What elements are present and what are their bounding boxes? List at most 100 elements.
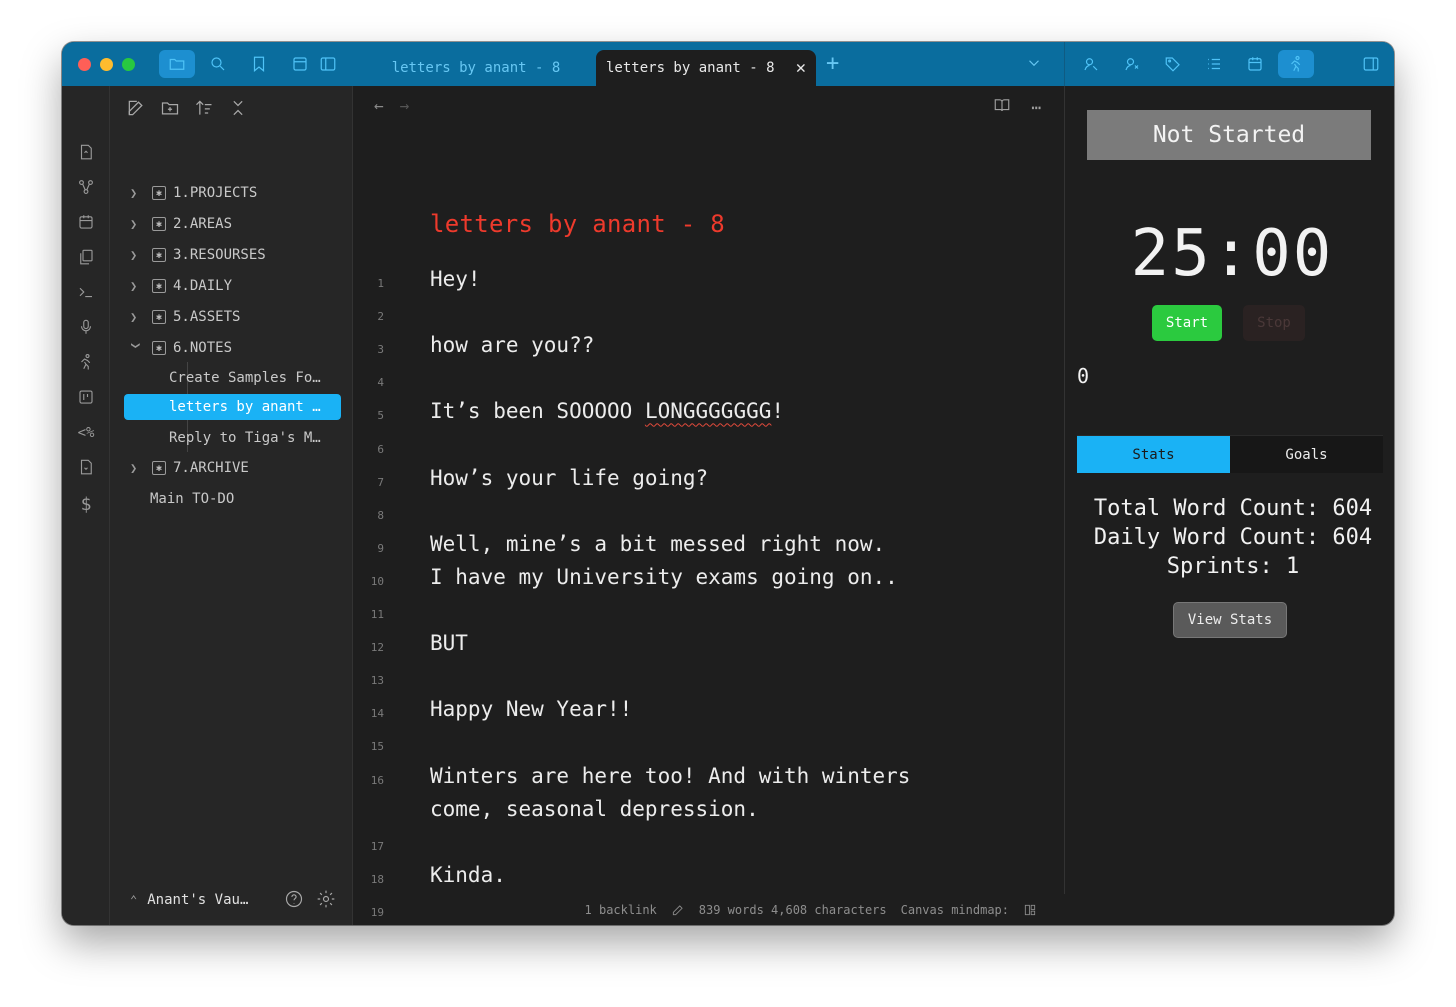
vault-switcher[interactable]: ⌃ Anant's Vau… — [130, 892, 248, 908]
help-button[interactable] — [284, 889, 304, 913]
settings-button[interactable] — [316, 889, 336, 913]
calendar-button[interactable] — [1237, 50, 1273, 78]
line-number: 18 — [370, 872, 384, 886]
dollar-icon[interactable]: $ — [76, 494, 96, 515]
layout-icon — [293, 57, 307, 71]
right-tab-1[interactable] — [1073, 50, 1109, 78]
line-number: 10 — [370, 574, 384, 588]
list-icon — [1208, 58, 1220, 70]
chevron-right-icon: ❯ — [130, 186, 138, 200]
search-icon — [211, 57, 225, 71]
folder-icon — [169, 58, 185, 70]
pomodoro-button[interactable] — [1278, 50, 1314, 78]
folder-label: 5.ASSETS — [173, 309, 241, 325]
reading-view-button[interactable] — [993, 96, 1011, 118]
total-word-count: Total Word Count: 604 — [1093, 496, 1373, 521]
open-quick-switcher-icon[interactable] — [76, 142, 96, 162]
start-button[interactable]: Start — [1152, 305, 1222, 341]
editor-line: It’s been SOOOOO LONGGGGGGG! — [430, 399, 784, 423]
graph-view-icon[interactable] — [76, 177, 96, 197]
minimize-window-button[interactable] — [100, 58, 113, 71]
tab-letters-active[interactable]: letters by anant - 8 ✕ — [596, 50, 816, 86]
misspelled-word[interactable]: LONGGGGGGG — [645, 399, 771, 423]
tab-list-button[interactable] — [1025, 54, 1043, 76]
file-explorer-button[interactable] — [159, 50, 195, 78]
toggle-left-sidebar-button[interactable] — [310, 50, 346, 78]
bookmarks-button[interactable] — [241, 50, 277, 78]
line-number: 13 — [370, 674, 384, 688]
back-arrow-icon[interactable]: ← — [374, 96, 384, 115]
canvas-mindmap-label: Canvas mindmap: — [900, 903, 1009, 917]
folder-label: 7.ARCHIVE — [173, 460, 249, 476]
new-tab-button[interactable]: + — [826, 51, 839, 76]
explorer-toolbar — [126, 98, 248, 122]
pencil-icon[interactable] — [671, 903, 685, 917]
more-options-icon[interactable]: ⋯ — [1031, 98, 1041, 117]
outline-button[interactable] — [1196, 50, 1232, 78]
stop-button[interactable]: Stop — [1243, 305, 1305, 341]
tags-button[interactable] — [1155, 50, 1191, 78]
backlinks-count[interactable]: 1 backlink — [585, 903, 657, 917]
folder-icon: ✱ — [152, 341, 166, 355]
folder-icon: ✱ — [152, 461, 166, 475]
sort-button[interactable] — [194, 98, 214, 122]
folder-resourses[interactable]: ❯ ✱ 3.RESOURSES — [124, 242, 342, 268]
kanban-icon[interactable] — [76, 387, 96, 407]
tab-letters-inactive[interactable]: letters by anant - 8 — [358, 50, 594, 86]
close-tab-icon[interactable]: ✕ — [796, 58, 806, 78]
editor-line: how are you?? — [430, 333, 595, 358]
chevron-updown-icon: ⌃ — [130, 893, 138, 907]
navigation-buttons: ← → — [374, 96, 409, 115]
editor-line: I have my University exams going on.. — [430, 564, 898, 589]
zoom-window-button[interactable] — [122, 58, 135, 71]
folder-assets[interactable]: ❯ ✱ 5.ASSETS — [124, 304, 342, 330]
file-main-todo[interactable]: Main TO-DO — [124, 486, 342, 512]
file-letters-by-anant[interactable]: letters by anant … — [124, 394, 341, 420]
templater-icon[interactable]: <% — [76, 423, 96, 443]
editor-line: Hey! — [430, 267, 481, 291]
line-number: 4 — [377, 376, 384, 390]
collapse-all-button[interactable] — [228, 98, 248, 122]
folder-notes[interactable]: ❯ ✱ 6.NOTES — [124, 335, 342, 361]
new-note-button[interactable] — [126, 98, 146, 122]
editor-line: Happy New Year!! — [430, 697, 633, 722]
line-number: 11 — [370, 608, 384, 621]
file-reply-to-tiga[interactable]: Reply to Tiga's M… — [124, 425, 342, 451]
sidebar-right-icon — [1363, 57, 1379, 71]
tab-stats[interactable]: Stats — [1077, 436, 1230, 473]
templates-icon[interactable] — [76, 247, 96, 267]
chevron-down-icon: ❯ — [129, 342, 143, 350]
new-folder-button[interactable] — [160, 98, 180, 122]
mindmap-icon[interactable] — [1023, 903, 1037, 917]
editor-actions: ⋯ — [993, 96, 1041, 118]
close-window-button[interactable] — [78, 58, 91, 71]
tab-label: letters by anant - 8 — [391, 60, 561, 76]
view-stats-button[interactable]: View Stats — [1173, 602, 1287, 638]
folder-areas[interactable]: ❯ ✱ 2.AREAS — [124, 211, 342, 237]
daily-note-icon[interactable] — [76, 212, 96, 232]
timer-display: 25:00 — [1130, 217, 1334, 291]
link-icon — [1125, 58, 1139, 71]
microphone-icon[interactable] — [76, 317, 96, 337]
right-tab-2[interactable] — [1114, 50, 1150, 78]
folder-archive[interactable]: ❯ ✱ 7.ARCHIVE — [124, 455, 342, 481]
calendar-icon — [1248, 57, 1262, 71]
file-create-samples[interactable]: Create Samples Fo… — [124, 365, 342, 391]
toggle-right-sidebar-button[interactable] — [1353, 50, 1389, 78]
stats-summary: Total Word Count: 604 Daily Word Count: … — [1065, 494, 1394, 581]
daily-word-count: Daily Word Count: 604 — [1093, 525, 1373, 550]
terminal-icon[interactable] — [76, 282, 96, 302]
search-button[interactable] — [200, 50, 236, 78]
running-icon[interactable] — [76, 352, 96, 372]
folder-projects[interactable]: ❯ ✱ 1.PROJECTS — [124, 180, 342, 206]
line-number: 6 — [377, 442, 384, 456]
chevron-right-icon: ❯ — [130, 279, 138, 293]
editor-line: How’s your life going? — [430, 465, 709, 490]
folder-icon: ✱ — [152, 217, 166, 231]
tab-goals[interactable]: Goals — [1230, 436, 1383, 473]
line-text: ! — [771, 399, 785, 424]
folder-daily[interactable]: ❯ ✱ 4.DAILY — [124, 273, 342, 299]
open-file-icon[interactable] — [76, 457, 96, 477]
forward-arrow-icon[interactable]: → — [400, 96, 410, 115]
book-icon — [995, 99, 1010, 112]
